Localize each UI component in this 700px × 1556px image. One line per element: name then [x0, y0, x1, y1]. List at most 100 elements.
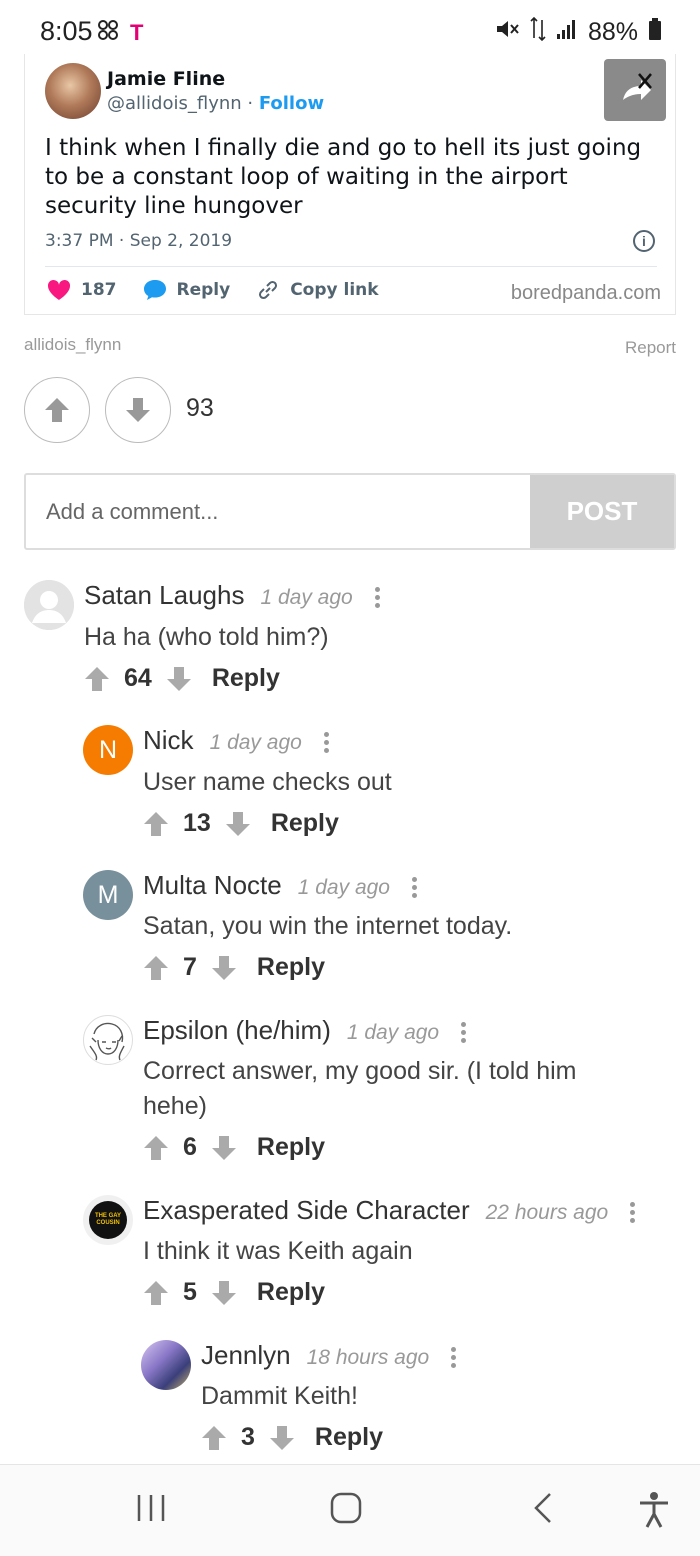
- like-button[interactable]: 187: [47, 279, 117, 301]
- post-attribution[interactable]: allidois_flynn: [24, 335, 121, 355]
- comment-actions: 64 Reply: [84, 664, 280, 693]
- arrow-down-icon[interactable]: [269, 1424, 295, 1452]
- comment-actions: 6 Reply: [143, 1133, 325, 1162]
- avatar[interactable]: [83, 1015, 133, 1065]
- tweet-source: boredpanda.com: [510, 282, 661, 304]
- tweet-text: I think when I finally die and go to hel…: [45, 135, 642, 219]
- comment-reply-button[interactable]: Reply: [212, 664, 280, 693]
- arrow-down-icon: [126, 398, 150, 422]
- comment-votes: 13: [183, 809, 211, 837]
- comment-author[interactable]: Multa Nocte: [143, 870, 282, 900]
- arrow-up-icon[interactable]: [143, 1134, 169, 1162]
- comment: M Multa Nocte 1 day ago Satan, you win th…: [83, 870, 676, 990]
- avatar-logo: THE GAY COUSIN: [89, 1201, 127, 1239]
- comment-header: Epsilon (he/him) 1 day ago: [143, 1015, 467, 1046]
- tweet-author-handle-row: @allidois_flynn · Follow: [107, 93, 324, 114]
- comment-time: 1 day ago: [209, 731, 302, 754]
- tweet-author-avatar[interactable]: [45, 63, 101, 119]
- avatar[interactable]: N: [83, 725, 133, 775]
- post-button[interactable]: POST: [530, 475, 674, 548]
- comment-text: User name checks out: [143, 768, 392, 796]
- arrow-down-icon[interactable]: [166, 665, 192, 693]
- link-icon: [259, 280, 278, 300]
- comment-reply-button[interactable]: Reply: [257, 1278, 325, 1307]
- arrow-up-icon[interactable]: [84, 665, 110, 693]
- more-options-icon[interactable]: [630, 1199, 636, 1226]
- comment-author[interactable]: Epsilon (he/him): [143, 1015, 331, 1045]
- avatar[interactable]: THE GAY COUSIN: [83, 1195, 133, 1245]
- arrow-up-icon[interactable]: [143, 810, 169, 838]
- status-time: 8:05: [40, 16, 93, 46]
- arrow-up-icon[interactable]: [201, 1424, 227, 1452]
- recent-apps-icon[interactable]: [134, 1491, 168, 1530]
- comment-author[interactable]: Jennlyn: [201, 1340, 291, 1370]
- comment-reply-button[interactable]: Reply: [257, 1133, 325, 1162]
- arrow-up-icon[interactable]: [143, 1279, 169, 1307]
- more-options-icon[interactable]: [451, 1344, 457, 1371]
- battery-percent: 88%: [587, 18, 638, 46]
- comment-actions: 5 Reply: [143, 1278, 325, 1307]
- status-bar: 8:05 T 88%: [0, 0, 700, 60]
- more-options-icon[interactable]: [411, 874, 418, 901]
- comment-votes: 7: [183, 953, 197, 981]
- copy-link-button[interactable]: Copy link: [256, 278, 379, 302]
- data-arrows-icon: [530, 16, 546, 49]
- comment-reply-button[interactable]: Reply: [315, 1423, 383, 1452]
- accessibility-icon[interactable]: [637, 1491, 671, 1534]
- arrow-down-icon[interactable]: [211, 954, 237, 982]
- tweet-reply-label: Reply: [176, 280, 231, 300]
- avatar[interactable]: M: [83, 870, 133, 920]
- back-icon[interactable]: [528, 1491, 562, 1530]
- comment-actions: 13 Reply: [143, 809, 339, 838]
- comment-votes: 3: [241, 1423, 255, 1451]
- default-avatar-icon[interactable]: [24, 580, 74, 630]
- more-options-icon[interactable]: [323, 729, 330, 756]
- avatar-initial: M: [97, 880, 119, 909]
- tweet-timestamp[interactable]: 3:37 PM · Sep 2, 2019: [45, 231, 232, 251]
- comment-reply-button[interactable]: Reply: [271, 809, 339, 838]
- report-link[interactable]: Report: [625, 338, 676, 358]
- comment-input[interactable]: [26, 475, 532, 548]
- arrow-down-icon[interactable]: [211, 1279, 237, 1307]
- comment-author[interactable]: Exasperated Side Character: [143, 1195, 470, 1225]
- post-vote-count: 93: [186, 394, 214, 422]
- more-options-icon[interactable]: [374, 584, 381, 611]
- upvote-button[interactable]: [24, 377, 90, 443]
- avatar[interactable]: [141, 1340, 191, 1390]
- comment-header: Multa Nocte 1 day ago: [143, 870, 418, 901]
- comment-header: Nick 1 day ago: [143, 725, 330, 756]
- comment-votes: 6: [183, 1133, 197, 1161]
- home-icon[interactable]: [329, 1491, 363, 1530]
- comment-author[interactable]: Nick: [143, 725, 194, 755]
- comment: THE GAY COUSIN Exasperated Side Characte…: [83, 1195, 676, 1315]
- comment-author[interactable]: Satan Laughs: [84, 580, 244, 610]
- comment-header: Jennlyn 18 hours ago: [201, 1340, 457, 1371]
- comment-actions: 3 Reply: [201, 1423, 383, 1452]
- arrow-down-icon[interactable]: [211, 1134, 237, 1162]
- speech-bubble-icon: [143, 280, 166, 300]
- share-button[interactable]: [604, 59, 666, 121]
- info-icon[interactable]: i: [633, 230, 655, 252]
- sketch-avatar-icon: [89, 1022, 125, 1061]
- avatar-initial: N: [98, 735, 118, 764]
- more-options-icon[interactable]: [461, 1019, 467, 1046]
- arrow-up-icon[interactable]: [143, 954, 169, 982]
- follow-link[interactable]: Follow: [259, 93, 324, 114]
- comment-time: 22 hours ago: [485, 1201, 609, 1224]
- comment-actions: 7 Reply: [143, 953, 325, 982]
- tweet-author-name[interactable]: Jamie Fline: [107, 68, 225, 90]
- comment-text: Satan, you win the internet today.: [143, 912, 513, 940]
- comment-votes: 64: [124, 664, 152, 692]
- downvote-button[interactable]: [105, 377, 171, 443]
- comment-form: POST: [24, 473, 676, 550]
- tweet-author-handle[interactable]: @allidois_flynn ·: [107, 93, 259, 114]
- comment-text: Ha ha (who told him?): [84, 623, 329, 651]
- pinwheel-icon: [96, 18, 120, 47]
- arrow-down-icon[interactable]: [225, 810, 251, 838]
- heart-icon: [47, 279, 71, 300]
- comment-time: 1 day ago: [297, 876, 390, 899]
- tweet-reply-button[interactable]: Reply: [143, 279, 231, 301]
- comment-reply-button[interactable]: Reply: [257, 953, 325, 982]
- carrier-logo: T: [130, 19, 144, 45]
- like-count: 187: [81, 280, 117, 300]
